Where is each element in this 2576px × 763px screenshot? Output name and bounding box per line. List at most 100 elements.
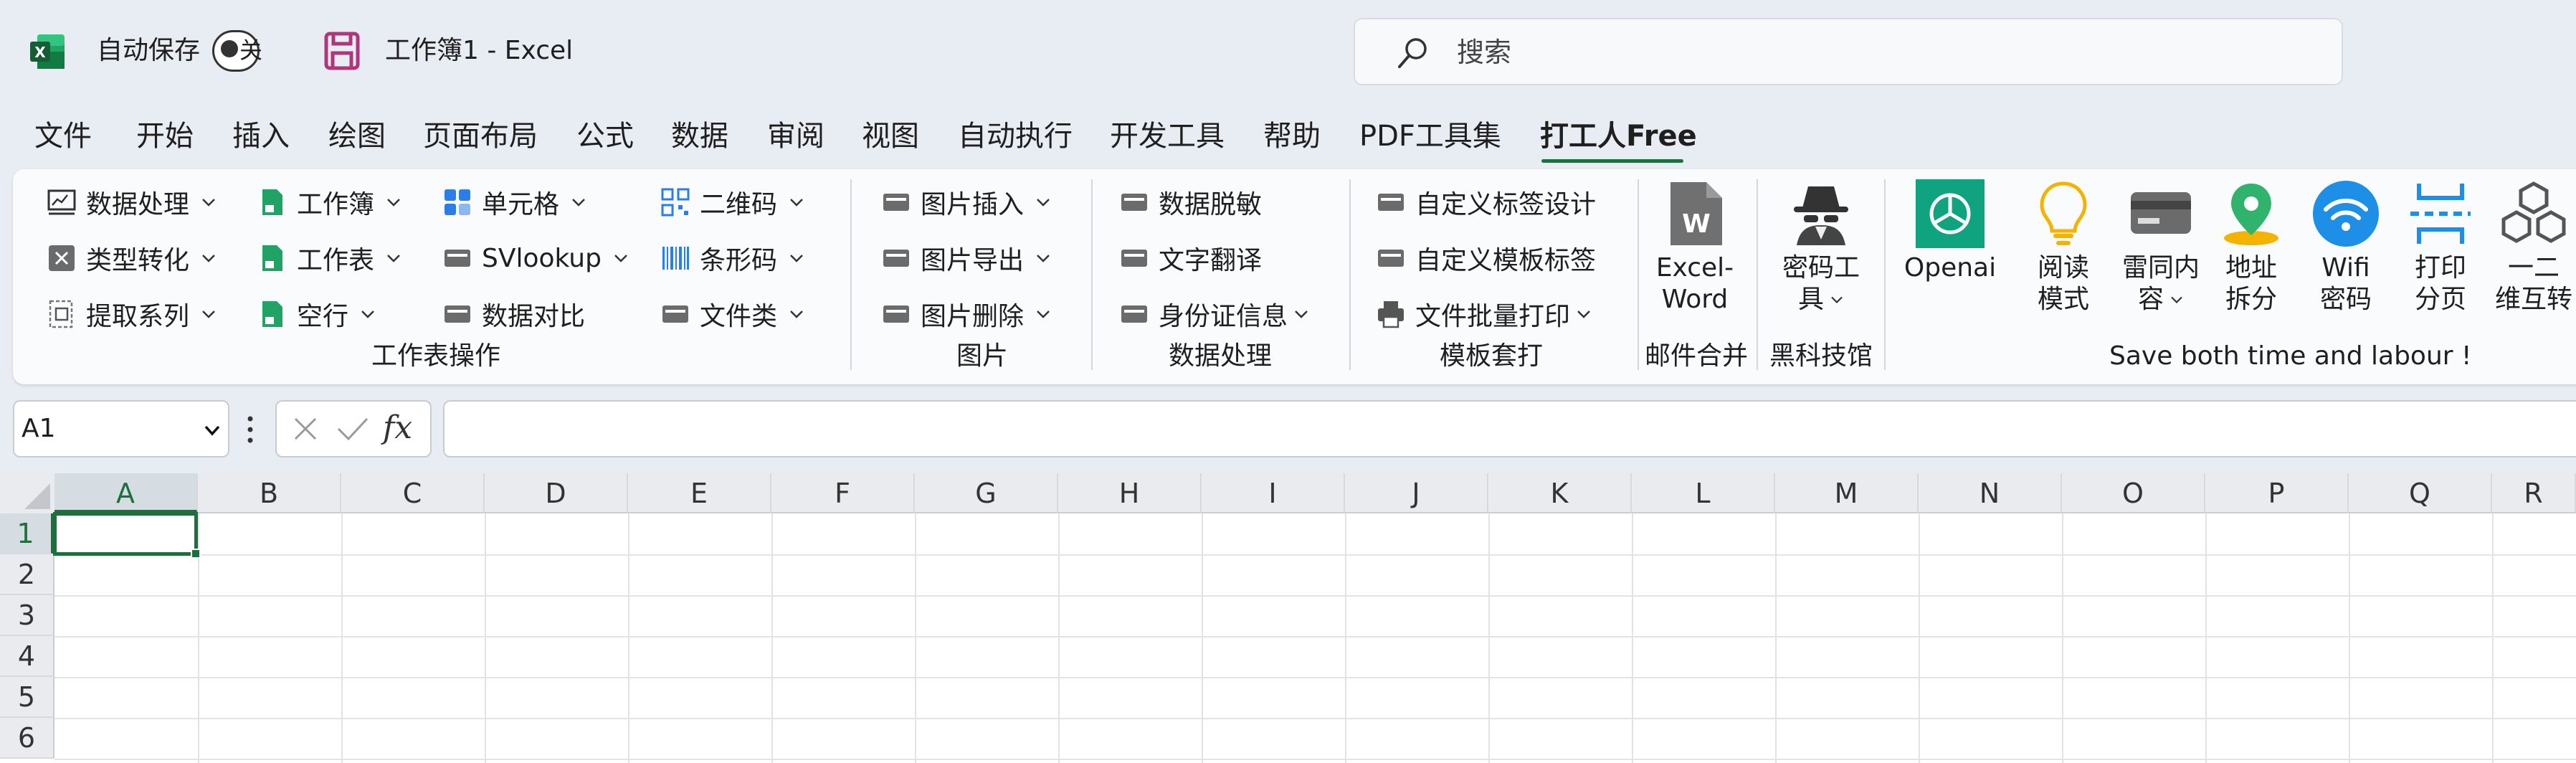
extract-series-button[interactable]: 提取系列 (46, 294, 217, 334)
tab-view[interactable]: 视图 (862, 111, 919, 161)
column-header-n[interactable]: N (1919, 473, 2062, 513)
column-header-b[interactable]: B (198, 473, 341, 513)
row-header-5[interactable]: 5 (0, 677, 54, 718)
duplicate-content-button[interactable]: 雷同内 容 (2106, 179, 2215, 316)
tab-insert[interactable]: 插入 (232, 111, 290, 161)
data-compare-button[interactable]: 数据对比 (442, 294, 585, 334)
template-label-icon (1378, 250, 1404, 267)
workbook-button[interactable]: 工作簿 (257, 182, 401, 222)
active-cell-a1[interactable] (53, 512, 198, 556)
custom-template-label-button[interactable]: 自定义模板标签 (1375, 238, 1596, 278)
chevron-down-icon[interactable] (204, 425, 221, 436)
printer-icon (1378, 301, 1404, 328)
formula-input[interactable] (443, 400, 2576, 458)
column-header-p[interactable]: P (2205, 473, 2349, 513)
file-class-icon (662, 305, 688, 323)
gridline (2062, 513, 2063, 763)
reading-mode-button[interactable]: 阅读 模式 (2023, 179, 2104, 316)
spreadsheet-grid: A B C D E F G H I J K L M N O P Q R 1 2 … (0, 473, 2576, 763)
column-header-j[interactable]: J (1345, 473, 1488, 513)
ribbon-panel: 数据处理 类型转化 提取系列 工作簿 工作表 空行 单元格 SVlookup 数… (13, 169, 2576, 384)
column-header-e[interactable]: E (628, 473, 771, 513)
tab-review[interactable]: 审阅 (767, 111, 824, 161)
data-compare-icon (445, 305, 470, 323)
fill-handle[interactable] (191, 549, 201, 559)
blank-row-button[interactable]: 空行 (257, 294, 376, 334)
tab-developer[interactable]: 开发工具 (1110, 111, 1225, 161)
row-header-1[interactable]: 1 (0, 513, 54, 554)
picture-delete-label: 图片删除 (921, 302, 1025, 331)
type-convert-label: 类型转化 (86, 246, 190, 275)
insert-function-button[interactable]: fx (383, 407, 412, 449)
save-icon[interactable] (324, 32, 360, 70)
column-header-d[interactable]: D (485, 473, 628, 513)
wifi-password-button[interactable]: Wifi 密码 (2306, 179, 2386, 316)
more-options-icon[interactable] (247, 414, 254, 445)
picture-delete-button[interactable]: 图片删除 (880, 294, 1051, 334)
password-tool-button[interactable]: 密码工 具 (1775, 179, 1867, 316)
gridline (54, 636, 2576, 638)
check-icon[interactable] (336, 414, 370, 443)
file-class-label: 文件类 (700, 302, 778, 331)
address-split-button[interactable]: 地址 拆分 (2211, 179, 2291, 316)
text-translate-button[interactable]: 文字翻译 (1118, 238, 1262, 278)
cell-label: 单元格 (482, 190, 560, 219)
row-header-3[interactable]: 3 (0, 595, 54, 636)
id-info-button[interactable]: 身份证信息 (1118, 294, 1309, 334)
autosave-toggle[interactable]: 关 (212, 30, 263, 72)
gridline (1058, 513, 1060, 763)
autosave-label: 自动保存 (97, 36, 201, 65)
tab-draw[interactable]: 绘图 (328, 111, 386, 161)
autosave-state: 关 (239, 37, 263, 64)
name-box[interactable]: A1 (13, 400, 229, 458)
picture-insert-button[interactable]: 图片插入 (880, 182, 1051, 222)
openai-button[interactable]: Openai (1901, 179, 1999, 284)
select-all-corner[interactable] (0, 473, 54, 513)
column-header-k[interactable]: K (1488, 473, 1632, 513)
column-header-g[interactable]: G (915, 473, 1058, 513)
cell-button[interactable]: 单元格 (442, 182, 586, 222)
print-pagination-button[interactable]: 打印 分页 (2400, 179, 2481, 316)
svlookup-button[interactable]: SVlookup (442, 238, 629, 278)
name-box-value: A1 (22, 414, 56, 443)
tab-pdf-tools[interactable]: PDF工具集 (1359, 111, 1501, 161)
data-masking-button[interactable]: 数据脱敏 (1118, 182, 1262, 222)
tab-file[interactable]: 文件 (34, 111, 92, 161)
row-header-2[interactable]: 2 (0, 554, 54, 595)
batch-print-button[interactable]: 文件批量打印 (1375, 294, 1592, 334)
type-convert-button[interactable]: 类型转化 (46, 238, 217, 278)
data-processing-button[interactable]: 数据处理 (46, 182, 217, 222)
qrcode-button[interactable]: 二维码 (660, 182, 804, 222)
row-header-4[interactable]: 4 (0, 636, 54, 677)
column-header-m[interactable]: M (1775, 473, 1919, 513)
tab-page-layout[interactable]: 页面布局 (423, 111, 538, 161)
column-header-l[interactable]: L (1632, 473, 1775, 513)
wifi-icon (2313, 181, 2379, 247)
gridline (54, 595, 2576, 597)
cancel-icon[interactable] (291, 414, 320, 443)
picture-export-button[interactable]: 图片导出 (880, 238, 1051, 278)
tab-automate[interactable]: 自动执行 (958, 111, 1073, 161)
barcode-button[interactable]: 条形码 (660, 238, 804, 278)
tab-formulas[interactable]: 公式 (576, 111, 634, 161)
column-header-a[interactable]: A (54, 473, 198, 513)
column-header-q[interactable]: Q (2349, 473, 2492, 513)
excel-word-button[interactable]: W Excel- Word (1655, 179, 1735, 316)
column-header-o[interactable]: O (2062, 473, 2205, 513)
column-header-i[interactable]: I (1202, 473, 1345, 513)
search-box[interactable]: 搜索 (1354, 18, 2343, 85)
tab-worker-free[interactable]: 打工人Free (1540, 111, 1697, 161)
row-header-6[interactable]: 6 (0, 718, 54, 759)
tab-home[interactable]: 开始 (136, 111, 194, 161)
tab-help[interactable]: 帮助 (1263, 111, 1321, 161)
barcode-qrcode-convert-button[interactable]: 一二 维互转 (2492, 179, 2575, 316)
column-header-h[interactable]: H (1058, 473, 1202, 513)
worksheet-button[interactable]: 工作表 (257, 238, 401, 278)
password-tool-line2: 具 (1797, 285, 1824, 314)
file-class-button[interactable]: 文件类 (660, 294, 804, 334)
column-header-c[interactable]: C (341, 473, 485, 513)
custom-label-design-button[interactable]: 自定义标签设计 (1375, 182, 1596, 222)
tab-data[interactable]: 数据 (671, 111, 728, 161)
column-header-f[interactable]: F (771, 473, 915, 513)
column-header-r[interactable]: R (2492, 473, 2576, 513)
